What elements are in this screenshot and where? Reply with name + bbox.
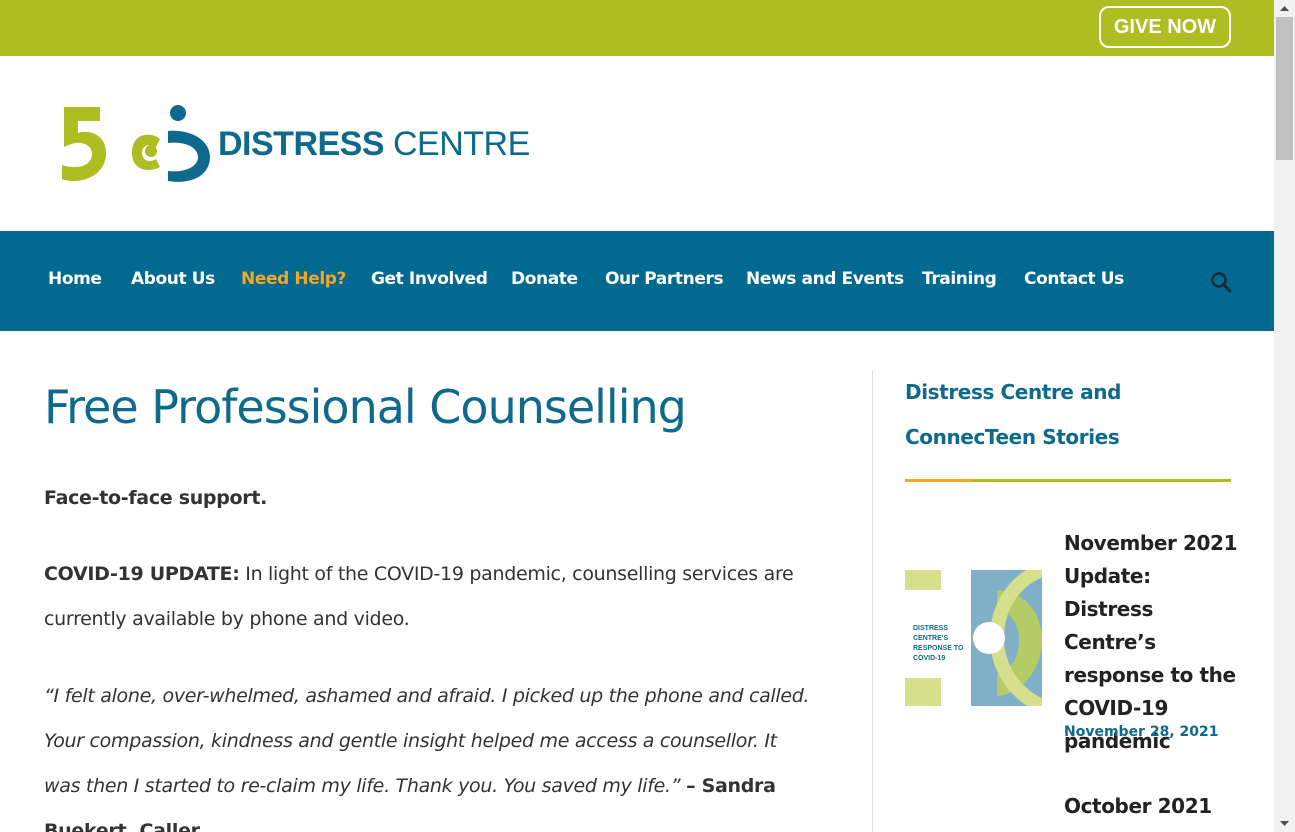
main-nav: Home About Us Need Help? Get Involved Do…	[0, 231, 1274, 331]
logo-wordmark: DISTRESS CENTRE	[218, 125, 530, 163]
page-title: Free Professional Counselling	[44, 380, 687, 434]
lead-text: Face-to-face support.	[44, 487, 268, 509]
nav-item-our-partners[interactable]: Our Partners	[605, 269, 724, 289]
nav-item-training[interactable]: Training	[922, 269, 997, 289]
vertical-scrollbar[interactable]	[1274, 0, 1295, 832]
nav-item-get-involved[interactable]: Get Involved	[371, 269, 488, 289]
nav-item-contact-us[interactable]: Contact Us	[1024, 269, 1124, 289]
nav-item-need-help[interactable]: Need Help?	[241, 269, 346, 289]
scrollbar-thumb[interactable]	[1276, 17, 1293, 160]
nav-item-home[interactable]: Home	[48, 269, 102, 289]
sidebar-title: Distress Centre and ConnecTeen Stories	[905, 380, 1122, 449]
post-thumbnail[interactable]: DISTRESS CENTRE'S RESPONSE TO COVID-19	[905, 563, 1046, 713]
nav-item-news-and-events[interactable]: News and Events	[746, 269, 904, 289]
give-now-button[interactable]: GIVE NOW	[1099, 6, 1231, 48]
post-date: November 28, 2021	[1064, 724, 1219, 740]
sidebar-title-rule	[905, 479, 1231, 482]
rule-accent	[905, 479, 973, 482]
top-bar: GIVE NOW	[0, 0, 1274, 56]
covid-update-paragraph: COVID-19 UPDATE: In light of the COVID-1…	[44, 552, 814, 642]
search-icon[interactable]	[1210, 271, 1232, 293]
distress-centre-logo[interactable]: DISTRESS CENTRE	[60, 101, 540, 191]
logo-50-mark	[62, 105, 210, 182]
column-divider	[872, 370, 873, 832]
nav-item-about-us[interactable]: About Us	[131, 269, 215, 289]
testimonial-quote: “I felt alone, over-whelmed, ashamed and…	[44, 674, 814, 832]
site-header: DISTRESS CENTRE	[0, 56, 1274, 231]
scroll-down-arrow-icon[interactable]	[1274, 815, 1295, 832]
covid-update-label: COVID-19 UPDATE:	[44, 563, 240, 585]
nav-item-donate[interactable]: Donate	[511, 269, 578, 289]
thumb-caption: DISTRESS CENTRE'S RESPONSE TO COVID-19	[913, 625, 964, 662]
post-title-link[interactable]: October 2021	[1064, 794, 1212, 818]
scroll-up-arrow-icon[interactable]	[1274, 0, 1295, 17]
